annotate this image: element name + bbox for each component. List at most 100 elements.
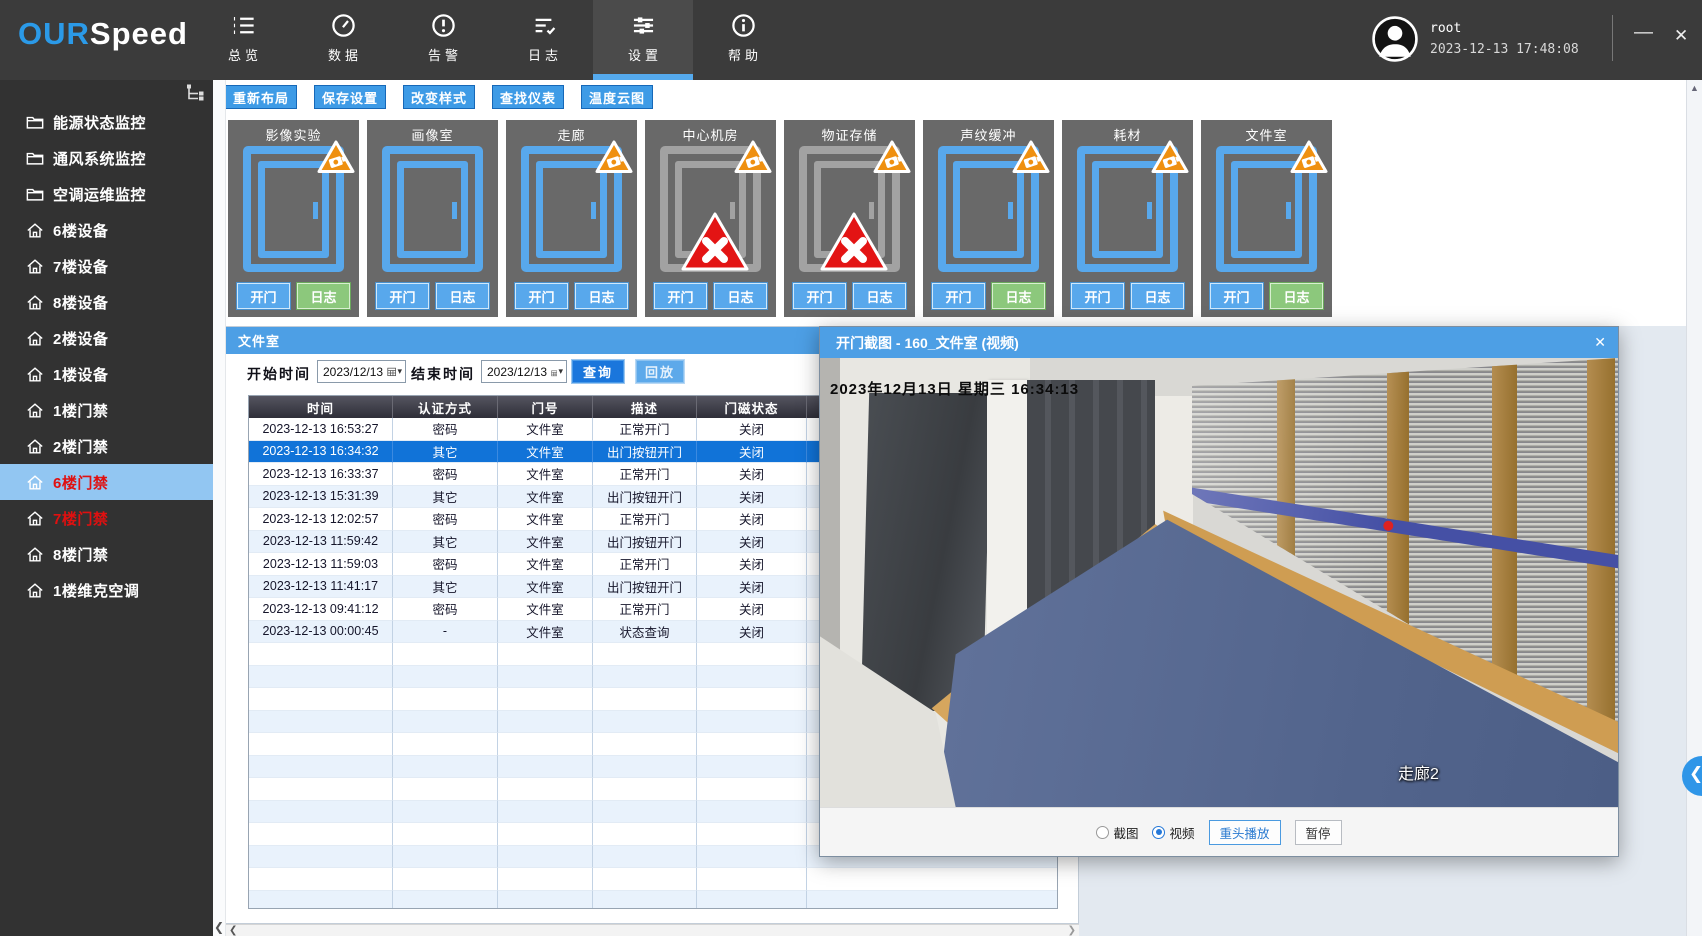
log-button[interactable]: 日志 <box>992 283 1045 309</box>
query-button[interactable]: 查询 <box>572 360 624 383</box>
sidebar-item-label: 空调运维监控 <box>53 184 146 205</box>
active-tab-underline <box>593 74 693 80</box>
sidebar-item-1楼设备[interactable]: 1楼设备 <box>0 356 213 392</box>
end-date-value: 2023/12/13 <box>487 365 547 379</box>
home-icon <box>26 546 44 563</box>
sidebar-item-6楼设备[interactable]: 6楼设备 <box>0 212 213 248</box>
alarm-icon <box>430 12 457 39</box>
sidebar-item-2楼门禁[interactable]: 2楼门禁 <box>0 428 213 464</box>
sidebar-item-label: 1楼门禁 <box>53 400 108 421</box>
table-cell <box>249 733 393 756</box>
sidebar-item-能源状态监控[interactable]: 能源状态监控 <box>0 104 213 140</box>
toolbar-button-改变样式[interactable]: 改变样式 <box>403 85 475 109</box>
sidebar-item-通风系统监控[interactable]: 通风系统监控 <box>0 140 213 176</box>
open-door-button[interactable]: 开门 <box>932 283 985 309</box>
scroll-left-icon[interactable]: ❮ <box>229 925 237 936</box>
toolbar-button-重新布局[interactable]: 重新布局 <box>225 85 297 109</box>
start-date-input[interactable]: 2023/12/13 ▾ <box>317 360 406 383</box>
log-button[interactable]: 日志 <box>853 283 906 309</box>
table-cell: 2023-12-13 11:41:17 <box>249 576 393 599</box>
table-cell: 正常开门 <box>593 553 697 576</box>
dropdown-arrow-icon: ▾ <box>558 366 563 377</box>
home-icon <box>26 402 44 419</box>
open-door-button[interactable]: 开门 <box>1210 283 1263 309</box>
table-cell <box>249 868 393 891</box>
log-button[interactable]: 日志 <box>1270 283 1323 309</box>
toolbar-button-保存设置[interactable]: 保存设置 <box>314 85 386 109</box>
door-card-buttons: 开门日志 <box>515 283 628 309</box>
sidebar-item-8楼设备[interactable]: 8楼设备 <box>0 284 213 320</box>
nav-label: 设置 <box>624 45 662 64</box>
open-door-button[interactable]: 开门 <box>237 283 290 309</box>
log-button[interactable]: 日志 <box>1131 283 1184 309</box>
playback-button[interactable]: 回放 <box>636 360 684 383</box>
table-cell <box>393 868 498 891</box>
table-cell: 2023-12-13 00:00:45 <box>249 621 393 644</box>
nav-item-告警[interactable]: 告警 <box>393 0 493 80</box>
avatar[interactable] <box>1372 16 1418 62</box>
sidebar-item-2楼设备[interactable]: 2楼设备 <box>0 320 213 356</box>
log-button[interactable]: 日志 <box>297 283 350 309</box>
horizontal-scrollbar[interactable]: ❮ ❯ <box>226 924 1079 936</box>
sidebar-item-label: 8楼门禁 <box>53 544 108 565</box>
open-door-button[interactable]: 开门 <box>376 283 429 309</box>
video-radio[interactable]: 视频 <box>1152 823 1194 842</box>
sidebar-item-6楼门禁[interactable]: 6楼门禁 <box>0 464 213 500</box>
log-button[interactable]: 日志 <box>436 283 489 309</box>
sidebar-item-8楼门禁[interactable]: 8楼门禁 <box>0 536 213 572</box>
sidebar-item-1楼门禁[interactable]: 1楼门禁 <box>0 392 213 428</box>
door-card-buttons: 开门日志 <box>1210 283 1323 309</box>
chevron-left-icon: ❮ <box>1689 764 1702 784</box>
home-icon <box>26 474 44 491</box>
table-cell: 关闭 <box>697 553 807 576</box>
table-cell: 关闭 <box>697 441 807 464</box>
modal-close-icon[interactable]: ✕ <box>1594 334 1606 351</box>
open-door-button[interactable]: 开门 <box>1071 283 1124 309</box>
replay-button[interactable]: 重头播放 <box>1209 820 1281 845</box>
open-door-button[interactable]: 开门 <box>654 283 707 309</box>
sidebar-item-空调运维监控[interactable]: 空调运维监控 <box>0 176 213 212</box>
end-date-input[interactable]: 2023/12/13 ▾ <box>481 360 567 383</box>
door-icon-inner <box>953 161 1024 258</box>
vertical-scrollbar[interactable]: ▲ <box>1686 80 1702 936</box>
close-button[interactable]: ✕ <box>1674 26 1688 46</box>
pause-button[interactable]: 暂停 <box>1295 820 1342 845</box>
camera-alarm-icon <box>872 139 912 175</box>
scroll-right-icon[interactable]: ❯ <box>1068 925 1076 936</box>
toolbar-button-温度云图[interactable]: 温度云图 <box>581 85 653 109</box>
snapshot-radio[interactable]: 截图 <box>1096 823 1138 842</box>
sidebar-item-7楼门禁[interactable]: 7楼门禁 <box>0 500 213 536</box>
scroll-up-icon[interactable]: ▲ <box>1690 83 1699 93</box>
table-cell <box>498 846 593 869</box>
table-cell <box>498 801 593 824</box>
collapse-left-icon[interactable]: ❮ <box>214 920 224 934</box>
tree-toggle-icon[interactable] <box>185 83 207 103</box>
table-cell: 2023-12-13 11:59:42 <box>249 531 393 554</box>
door-card-中心机房: 中心机房开门日志 <box>645 120 776 317</box>
radio-icon <box>1096 826 1109 839</box>
table-cell <box>593 756 697 779</box>
table-cell <box>393 801 498 824</box>
table-cell <box>498 643 593 666</box>
open-door-button[interactable]: 开门 <box>515 283 568 309</box>
table-empty-row <box>249 891 1057 910</box>
table-cell <box>393 846 498 869</box>
sidebar-item-1楼维克空调[interactable]: 1楼维克空调 <box>0 572 213 608</box>
nav-item-总览[interactable]: 总览 <box>193 0 293 80</box>
table-cell <box>593 666 697 689</box>
log-button[interactable]: 日志 <box>575 283 628 309</box>
nav-item-帮助[interactable]: 帮助 <box>693 0 793 80</box>
door-icon-inner <box>397 161 468 258</box>
toolbar-button-查找仪表[interactable]: 查找仪表 <box>492 85 564 109</box>
minimize-button[interactable]: — <box>1634 22 1653 44</box>
table-cell <box>249 643 393 666</box>
table-cell <box>498 711 593 734</box>
sidebar-item-7楼设备[interactable]: 7楼设备 <box>0 248 213 284</box>
nav-item-日志[interactable]: 日志 <box>493 0 593 80</box>
nav-item-设置[interactable]: 设置 <box>593 0 693 80</box>
log-button[interactable]: 日志 <box>714 283 767 309</box>
open-door-button[interactable]: 开门 <box>793 283 846 309</box>
nav-label: 告警 <box>424 45 462 64</box>
nav-item-数据[interactable]: 数据 <box>293 0 393 80</box>
table-cell: 正常开门 <box>593 598 697 621</box>
